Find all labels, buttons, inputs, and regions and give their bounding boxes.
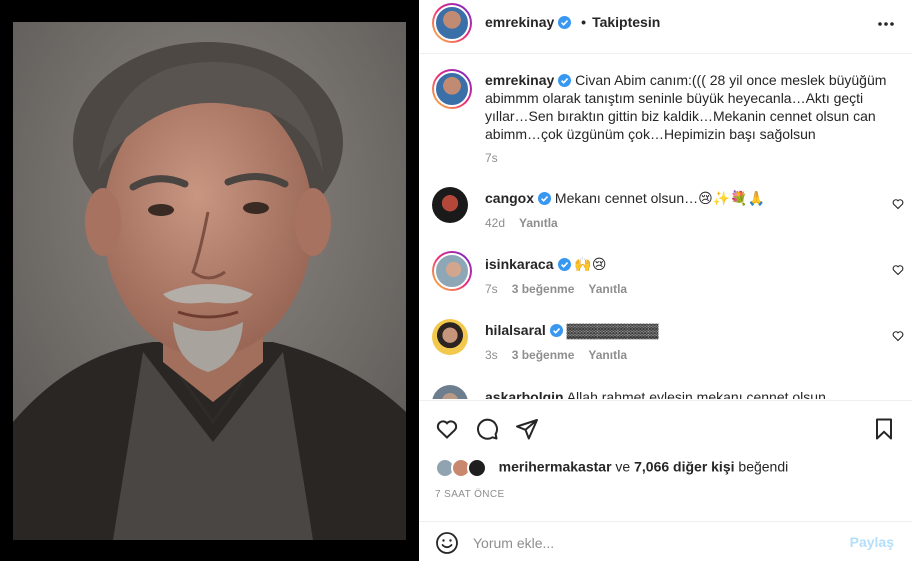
likes-summary: merihermakastar ve 7,066 diğer kişi beğe… bbox=[435, 458, 788, 478]
share-icon[interactable] bbox=[515, 417, 539, 441]
post-side-panel: emrekinay • Takiptesin emrekinay Civan Ab… bbox=[419, 0, 912, 561]
follow-status-button[interactable]: Takiptesin bbox=[592, 14, 660, 30]
comment-like-heart-icon[interactable] bbox=[892, 198, 904, 210]
liker-avatar bbox=[466, 458, 487, 478]
comment-username[interactable]: isinkaraca bbox=[485, 256, 554, 272]
comment-reply-button[interactable]: Yanıtla bbox=[588, 282, 627, 296]
comment-item: isinkaraca 🙌😢 bbox=[485, 255, 895, 273]
comment-meta: 42d Yanıtla bbox=[485, 216, 572, 230]
comment-username[interactable]: askarbolgin bbox=[485, 389, 564, 399]
author-avatar[interactable] bbox=[432, 3, 472, 43]
comment-avatar[interactable] bbox=[432, 251, 472, 291]
author-username[interactable]: emrekinay bbox=[485, 14, 554, 30]
comment-icon[interactable] bbox=[475, 417, 499, 441]
comment-time: 3s bbox=[485, 348, 498, 362]
comment-text: Mekanı cennet olsun…😢✨💐🙏 bbox=[554, 190, 765, 206]
comment-username[interactable]: hilalsaral bbox=[485, 322, 546, 338]
post-media-pane bbox=[0, 0, 419, 561]
comment-time: 42d bbox=[485, 216, 506, 230]
comment-item: hilalsaral ▓▓▓▓▓▓▓▓▓ bbox=[485, 321, 895, 339]
comment-avatar[interactable] bbox=[432, 319, 468, 355]
comment-item: askarbolgin Allah rahmet eylesin mekanı … bbox=[485, 388, 895, 399]
post-header: emrekinay • Takiptesin bbox=[419, 0, 912, 54]
likes-connector: ve bbox=[615, 458, 631, 475]
comment-text: Allah rahmet eylesin mekanı cennet olsun bbox=[566, 389, 826, 399]
comment-avatar[interactable] bbox=[432, 385, 468, 399]
other-likers-link[interactable]: 7,066 diğer kişi bbox=[634, 459, 734, 475]
comment-meta: 7s 3 beğenme Yanıtla bbox=[485, 282, 641, 296]
verified-icon bbox=[558, 74, 572, 87]
caption: emrekinay Civan Abim canım:((( 28 yil on… bbox=[485, 71, 895, 143]
heart-icon[interactable] bbox=[435, 417, 459, 441]
separator-dot: • bbox=[581, 14, 587, 30]
comment-like-heart-icon[interactable] bbox=[892, 330, 904, 342]
comment-reply-button[interactable]: Yanıtla bbox=[588, 348, 627, 362]
comment-likes-count[interactable]: 3 beğenme bbox=[512, 348, 575, 362]
comment-time: 7s bbox=[485, 282, 498, 296]
comment-input[interactable] bbox=[473, 530, 833, 556]
comment-reply-button[interactable]: Yanıtla bbox=[519, 216, 558, 230]
post-timestamp[interactable]: 7 SAAT ÖNCE bbox=[435, 489, 505, 500]
bookmark-icon[interactable] bbox=[872, 417, 896, 441]
portrait-illustration bbox=[13, 22, 406, 540]
comment-item: cangox Mekanı cennet olsun…😢✨💐🙏 bbox=[485, 189, 895, 207]
caption-avatar[interactable] bbox=[432, 69, 472, 109]
caption-meta: 7s bbox=[485, 151, 512, 165]
verified-icon bbox=[549, 324, 563, 337]
likes-suffix: beğendi bbox=[738, 458, 789, 475]
comment-text: ▓▓▓▓▓▓▓▓▓ bbox=[566, 322, 659, 338]
verified-icon bbox=[558, 16, 572, 29]
emoji-icon[interactable] bbox=[435, 531, 459, 555]
comment-meta: 3s 3 beğenme Yanıtla bbox=[485, 348, 641, 362]
first-liker-link[interactable]: merihermakastar bbox=[499, 459, 612, 475]
comment-likes-count[interactable]: 3 beğenme bbox=[512, 282, 575, 296]
comment-like-heart-icon[interactable] bbox=[892, 264, 904, 276]
more-options-icon[interactable] bbox=[876, 14, 896, 34]
comment-text: 🙌😢 bbox=[574, 256, 607, 272]
caption-time: 7s bbox=[485, 151, 498, 165]
comment-avatar[interactable] bbox=[432, 187, 468, 223]
verified-icon bbox=[538, 192, 552, 205]
comment-username[interactable]: cangox bbox=[485, 190, 534, 206]
post-photo[interactable] bbox=[13, 22, 406, 540]
author-line: emrekinay • Takiptesin bbox=[485, 14, 660, 30]
comments-list[interactable]: emrekinay Civan Abim canım:((( 28 yil on… bbox=[419, 55, 912, 399]
verified-icon bbox=[557, 258, 571, 271]
post-actions: merihermakastar ve 7,066 diğer kişi beğe… bbox=[419, 400, 912, 520]
post-comment-button[interactable]: Paylaş bbox=[850, 534, 894, 550]
add-comment-bar: Paylaş bbox=[419, 521, 912, 561]
caption-username[interactable]: emrekinay bbox=[485, 72, 554, 88]
